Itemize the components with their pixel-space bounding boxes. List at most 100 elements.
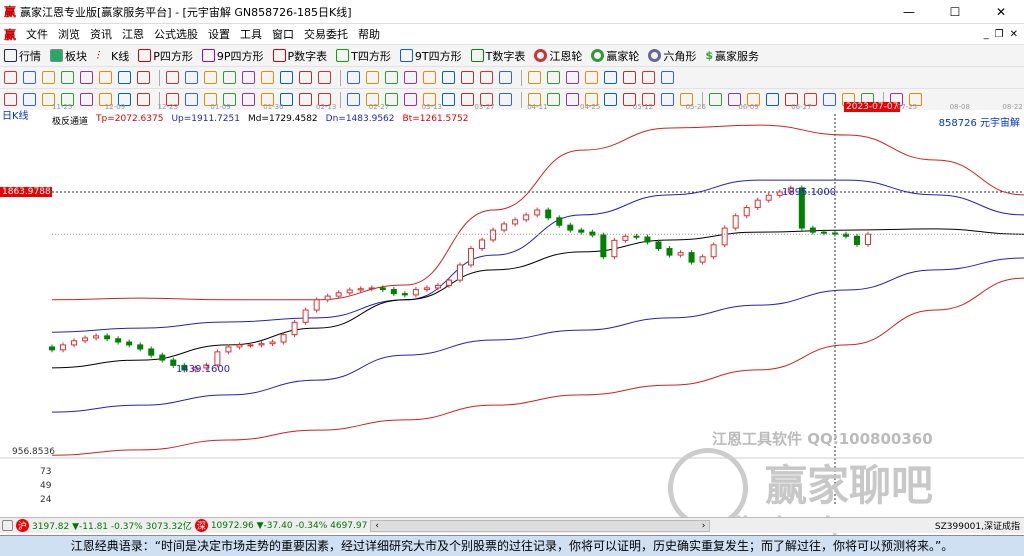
winner-service-button[interactable]: $ 赢家服务 (705, 48, 759, 64)
view-tool-icon-18[interactable] (366, 71, 379, 84)
candle (479, 239, 486, 250)
t-number-table-button[interactable]: T数字表 (470, 48, 526, 64)
candle (324, 295, 331, 301)
view-tool-icon-13[interactable] (261, 71, 274, 84)
close-button[interactable]: ✕ (978, 5, 1024, 19)
candle (225, 346, 232, 353)
kline-button[interactable]: ⫶ K线 (96, 48, 129, 64)
menu-help[interactable]: 帮助 (358, 26, 380, 42)
hexagon-button[interactable]: 六角形 (648, 48, 696, 64)
candle (578, 229, 585, 233)
view-tool-icon-26[interactable] (528, 71, 541, 84)
scroll-left-button[interactable]: ‹ (375, 521, 379, 531)
menu-gann[interactable]: 江恩 (122, 26, 144, 42)
menu-file[interactable]: 文件 (26, 26, 48, 42)
view-tool-icon-8[interactable] (166, 71, 179, 84)
time-tick: 12-09 (104, 103, 126, 111)
view-tool-icon-1[interactable] (23, 71, 36, 84)
quote-banner: 江恩经典语录：“时间是决定市场走势的重要因素，经过详细研究大市及个别股票的过往记… (0, 535, 1024, 556)
view-tool-icon-4[interactable] (80, 71, 93, 84)
view-tool-icon-5[interactable] (99, 71, 112, 84)
mdi-minimize-button[interactable]: _ (984, 29, 989, 40)
candle (302, 309, 309, 323)
view-tool-icon-19[interactable] (385, 71, 398, 84)
sz-index-quote[interactable]: 10972.96 ▼-37.40 -0.34% 4697.97 (211, 521, 368, 531)
mdi-restore-button[interactable]: ❐ (995, 29, 1004, 40)
menu-window[interactable]: 窗口 (272, 26, 294, 42)
view-tool-icon-2[interactable] (42, 71, 55, 84)
view-tool-icon-20[interactable] (404, 71, 417, 84)
candle (633, 235, 640, 238)
9p-square-button[interactable]: 9P四方形 (201, 48, 264, 64)
candle (853, 235, 860, 245)
view-tool-icon-16[interactable] (318, 71, 331, 84)
winner-wheel-button[interactable]: 赢家轮 (591, 48, 639, 64)
p-number-table-button[interactable]: P数字表 (272, 48, 327, 64)
sz-badge: 深 (194, 519, 208, 532)
hexagon-icon (648, 49, 662, 62)
view-tool-icon-3[interactable] (61, 71, 74, 84)
horizontal-scrollbar[interactable]: ‹ › (370, 519, 711, 532)
menu-tools[interactable]: 工具 (240, 26, 262, 42)
t-square-button[interactable]: T四方形 (336, 48, 391, 64)
label: T四方形 (351, 49, 391, 63)
quotes-button[interactable]: 行情 (4, 48, 41, 64)
p-square-button[interactable]: P四方形 (138, 48, 193, 64)
view-tool-icon-6[interactable] (118, 71, 131, 84)
view-tool-icon-23[interactable] (461, 71, 474, 84)
grid-icon[interactable] (2, 520, 13, 531)
maximize-button[interactable]: ☐ (932, 5, 978, 19)
view-tool-icon-9[interactable] (185, 71, 198, 84)
view-tool-icon-24[interactable] (480, 71, 493, 84)
view-tool-icon-28[interactable] (566, 71, 579, 84)
candle (501, 223, 508, 231)
view-tool-icon-11[interactable] (223, 71, 236, 84)
view-tool-icon-27[interactable] (547, 71, 560, 84)
menu-settings[interactable]: 设置 (208, 26, 230, 42)
menu-formula[interactable]: 公式选股 (154, 26, 198, 42)
main-toolbar: 行情 板块 ⫶ K线 P四方形 9P四方形 P数字表 T四方形 9T四方形 T数字… (0, 44, 1024, 66)
time-tick: 01-09 (210, 103, 231, 111)
ps-icon (138, 49, 152, 62)
view-tool-icon-22[interactable] (442, 71, 455, 84)
view-tool-icon-15[interactable] (299, 71, 312, 84)
9t-square-button[interactable]: 9T四方形 (399, 48, 462, 64)
menu-browse[interactable]: 浏览 (58, 26, 80, 42)
gann-wheel-button[interactable]: 江恩轮 (534, 48, 582, 64)
time-tick: 06-09 (738, 103, 759, 111)
label: P四方形 (153, 49, 193, 63)
view-tool-icon-21[interactable] (423, 71, 436, 84)
candle (412, 289, 419, 296)
candle (258, 343, 265, 346)
time-tick: 05-26 (685, 103, 706, 111)
view-tool-icon-31[interactable] (623, 71, 636, 84)
candle (60, 344, 67, 351)
sector-button[interactable]: 板块 (50, 48, 87, 64)
scroll-right-button[interactable]: › (702, 521, 706, 531)
candle (600, 234, 607, 258)
index-selector[interactable]: SZ399001,深证成指 (935, 519, 1024, 532)
candle (820, 231, 827, 234)
menu-info[interactable]: 资讯 (90, 26, 112, 42)
view-tool-icon-17[interactable] (347, 71, 360, 84)
view-tool-icon-33[interactable] (661, 71, 674, 84)
view-tool-icon-30[interactable] (604, 71, 617, 84)
view-tool-icon-32[interactable] (642, 71, 655, 84)
view-tool-icon-10[interactable] (204, 71, 217, 84)
view-tool-icon-29[interactable] (585, 71, 598, 84)
view-tool-icon-25[interactable] (499, 71, 512, 84)
view-tool-icon-7[interactable] (137, 71, 150, 84)
menu-trade[interactable]: 交易委托 (304, 26, 348, 42)
view-tool-icon-0[interactable] (4, 71, 17, 84)
label: T数字表 (485, 49, 526, 63)
candle (666, 248, 673, 256)
candle (611, 239, 618, 258)
candle (765, 194, 772, 201)
minimize-button[interactable]: — (886, 5, 932, 19)
view-tool-icon-12[interactable] (242, 71, 255, 84)
band-up (51, 179, 1024, 333)
view-tool-icon-14[interactable] (280, 71, 293, 84)
sh-index-quote[interactable]: 3197.82 ▼-11.81 -0.37% 3073.32亿 (32, 519, 192, 532)
mdi-close-button[interactable]: ✕ (1010, 29, 1018, 40)
candle (699, 256, 706, 263)
